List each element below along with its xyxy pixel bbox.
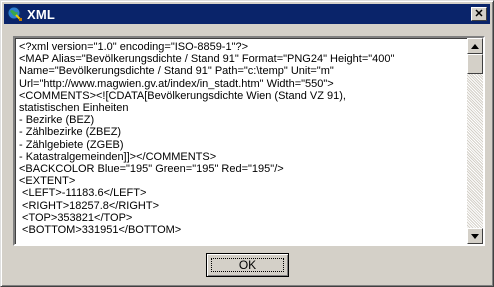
- window-title: XML: [27, 6, 56, 22]
- ok-button[interactable]: OK: [206, 253, 289, 277]
- scroll-down-button[interactable]: [467, 228, 483, 244]
- xml-text-area[interactable]: <?xml version="1.0" encoding="ISO-8859-1…: [13, 36, 485, 246]
- close-button[interactable]: ✕: [471, 7, 487, 21]
- globe-icon: [7, 6, 23, 22]
- focus-rectangle: [211, 258, 284, 272]
- vertical-scrollbar[interactable]: [467, 38, 483, 244]
- arrow-down-icon: [471, 233, 479, 239]
- scrollbar-thumb[interactable]: [467, 54, 483, 74]
- title-bar[interactable]: XML ✕: [4, 4, 490, 24]
- arrow-up-icon: [471, 43, 479, 49]
- close-icon: ✕: [474, 7, 484, 20]
- xml-content[interactable]: <?xml version="1.0" encoding="ISO-8859-1…: [19, 41, 461, 236]
- xml-dialog-window: XML ✕ <?xml version="1.0" encoding="ISO-…: [0, 0, 494, 287]
- scroll-up-button[interactable]: [467, 38, 483, 54]
